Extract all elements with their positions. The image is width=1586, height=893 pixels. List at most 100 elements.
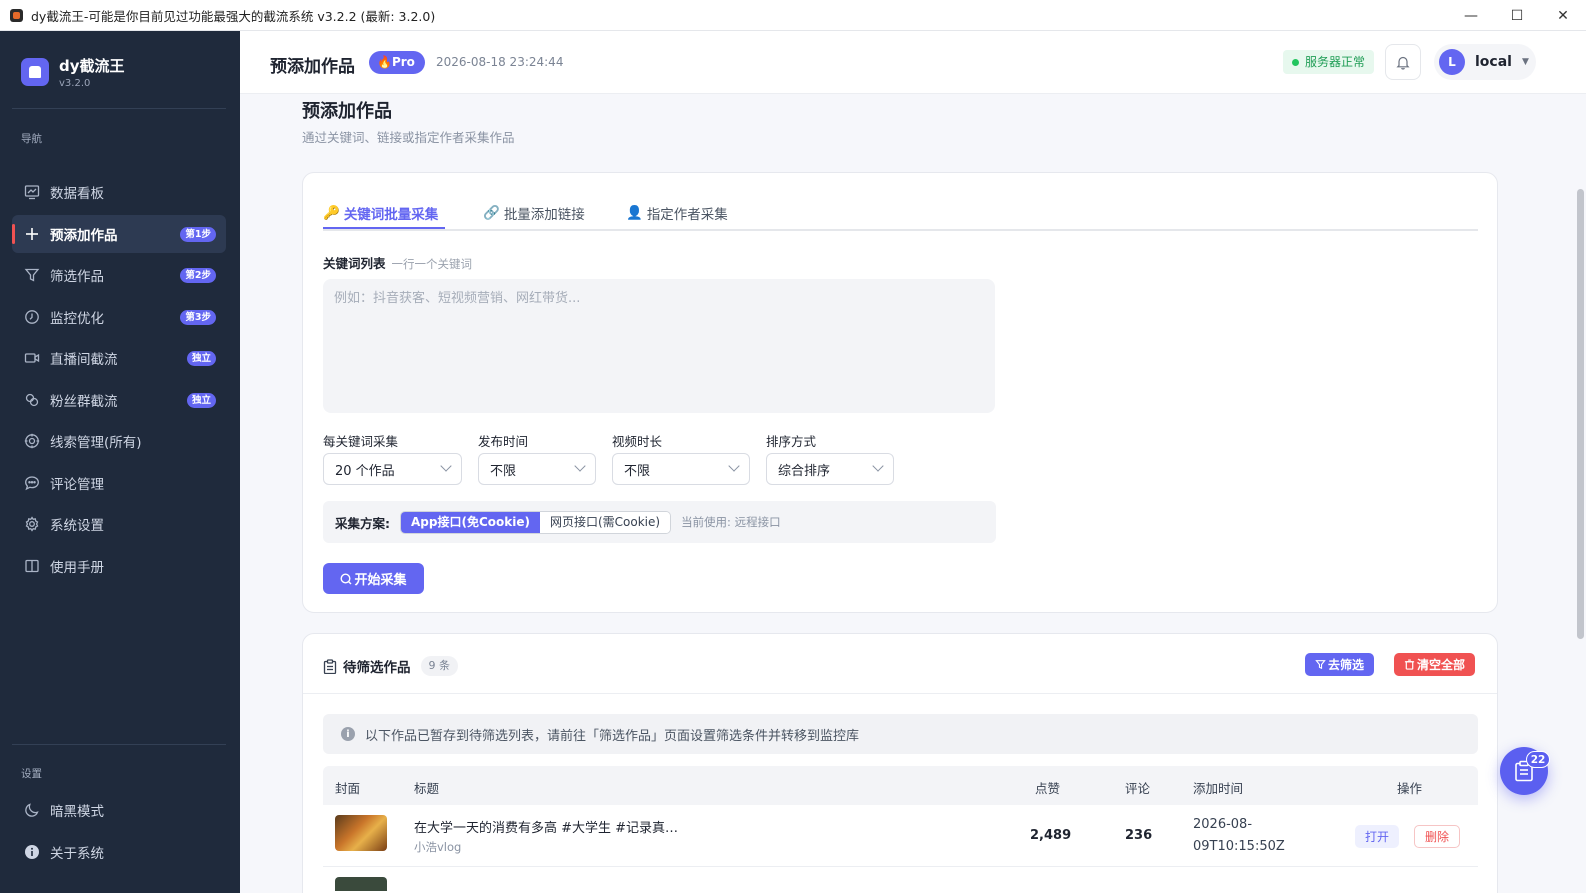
section-subtitle: 通过关键词、链接或指定作者采集作品	[302, 130, 515, 145]
search-icon	[340, 572, 352, 584]
sidebar-item-label: 使用手册	[50, 559, 104, 576]
key-icon: 🔑	[323, 205, 340, 221]
moon-icon	[23, 802, 40, 819]
sidebar-item-leads[interactable]: 线索管理(所有)	[12, 422, 226, 460]
maximize-icon[interactable]: ☐	[1494, 0, 1540, 31]
sidebar-item-fan-group[interactable]: 粉丝群截流 独立	[12, 381, 226, 419]
tab-author-collect[interactable]: 👤 指定作者采集	[626, 203, 728, 223]
sidebar-item-monitor[interactable]: 监控优化 第3步	[12, 298, 226, 336]
fire-icon: 🔥	[377, 55, 392, 69]
collect-tabs: 🔑 关键词批量采集 🔗 批量添加链接 👤 指定作者采集	[323, 199, 1478, 231]
col-cover: 封面	[335, 781, 361, 796]
sidebar-item-label: 粉丝群截流	[50, 393, 118, 410]
gear-icon	[23, 516, 40, 533]
row-title[interactable]: 在大学一天的消费有多高 #大学生 #记录真…	[414, 817, 678, 836]
section-title: 预添加作品	[302, 101, 392, 122]
scrollbar-thumb[interactable]	[1577, 189, 1584, 639]
sidebar-divider	[12, 108, 226, 109]
sidebar-item-manual[interactable]: 使用手册	[12, 547, 226, 585]
step-badge: 第1步	[180, 226, 216, 242]
sort-select[interactable]: 综合排序	[766, 453, 894, 485]
sidebar-bottom-nav: 暗黑模式 关于系统	[12, 791, 226, 874]
fab-count-badge: 22	[1526, 751, 1550, 768]
keyword-textarea[interactable]	[323, 279, 995, 413]
sidebar-item-about[interactable]: 关于系统	[12, 833, 226, 871]
caret-down-icon: ▼	[1521, 57, 1529, 67]
tab-keyword-batch[interactable]: 🔑 关键词批量采集	[323, 203, 438, 223]
sidebar-item-settings[interactable]: 系统设置	[12, 505, 226, 543]
brand: dy截流王 v3.2.0	[21, 55, 125, 89]
sidebar-item-label: 关于系统	[50, 845, 104, 862]
go-filter-button[interactable]: 去筛选	[1305, 653, 1375, 676]
user-icon: 👤	[626, 205, 643, 221]
scheme-label: 采集方案:	[335, 515, 390, 531]
brand-version: v3.2.0	[59, 78, 91, 89]
pending-title: 待筛选作品 9 条	[323, 656, 458, 676]
sidebar-item-label: 监控优化	[50, 310, 104, 327]
scheme-web-option[interactable]: 网页接口(需Cookie)	[539, 511, 671, 533]
page-title: 预添加作品	[270, 57, 355, 77]
plus-icon	[23, 225, 40, 242]
video-cover-thumbnail[interactable]	[335, 815, 387, 851]
avatar: L	[1439, 49, 1465, 75]
sidebar-item-filter[interactable]: 筛选作品 第2步	[12, 256, 226, 294]
monitor-icon	[23, 308, 40, 325]
video-cover-thumbnail[interactable]	[335, 877, 387, 891]
window-titlebar: dy截流王-可能是你目前见过功能最强大的截流系统 v3.2.2 (最新: 3.2…	[0, 0, 1586, 31]
pro-badge: 🔥Pro	[369, 51, 425, 74]
table-header: 封面 标题 点赞 评论 添加时间 操作	[323, 766, 1478, 805]
active-tab-indicator	[323, 227, 445, 229]
delete-button[interactable]: 删除	[1414, 825, 1461, 848]
group-icon	[23, 391, 40, 408]
status-dot-icon	[1292, 58, 1299, 66]
publish-time-label: 发布时间	[478, 434, 529, 449]
collect-card: 🔑关键词批量采集 🔗批量添加链接 👤指定作者采集 关键词列表一行一个关键词 每关…	[302, 172, 1498, 613]
open-button[interactable]: 打开	[1355, 825, 1400, 848]
info-icon	[23, 843, 40, 860]
scheme-current: 当前使用: 远程接口	[681, 515, 781, 529]
sidebar-nav: 数据看板 预添加作品 第1步 筛选作品 第2步 监控优化 第3步 直播间截流 独…	[12, 173, 226, 588]
user-name: local	[1475, 54, 1512, 70]
publish-time-select[interactable]: 不限	[478, 453, 596, 485]
book-icon	[23, 557, 40, 574]
sidebar-item-comments[interactable]: 评论管理	[12, 464, 226, 502]
per-keyword-label: 每关键词采集	[323, 434, 399, 449]
app-icon	[10, 8, 23, 22]
sidebar-item-label: 数据看板	[50, 186, 104, 202]
start-collect-button[interactable]: 开始采集	[323, 563, 424, 594]
filter-icon	[1315, 660, 1326, 670]
sidebar-item-dashboard[interactable]: 数据看板	[12, 173, 226, 211]
step-badge: 第3步	[180, 309, 216, 325]
user-menu[interactable]: L local ▼	[1434, 44, 1536, 80]
video-duration-select[interactable]: 不限	[612, 453, 750, 485]
sidebar-item-dark-mode[interactable]: 暗黑模式	[12, 791, 226, 829]
sidebar-divider	[12, 744, 226, 745]
link-icon: 🔗	[483, 205, 500, 221]
tab-batch-links[interactable]: 🔗 批量添加链接	[483, 203, 585, 223]
video-duration-label: 视频时长	[612, 434, 663, 449]
minimize-icon[interactable]: —	[1448, 0, 1494, 31]
sidebar-item-live[interactable]: 直播间截流 独立	[12, 339, 226, 377]
top-header: 预添加作品 🔥Pro 2026-08-18 23:24:44 服务器正常 L l…	[240, 31, 1586, 94]
server-status-badge: 服务器正常	[1283, 50, 1375, 74]
filter-icon	[23, 267, 40, 284]
clear-all-button[interactable]: 清空全部	[1394, 653, 1476, 676]
step-badge: 第2步	[180, 268, 216, 283]
scheme-app-option[interactable]: App接口(免Cookie)	[401, 511, 540, 533]
chevron-down-icon	[728, 460, 740, 472]
close-icon[interactable]: ✕	[1540, 0, 1586, 31]
header-timestamp: 2026-08-18 23:24:44	[436, 55, 564, 69]
col-actions: 操作	[1397, 781, 1423, 796]
video-icon	[23, 350, 40, 367]
col-title: 标题	[414, 781, 440, 796]
sidebar: dy截流王 v3.2.0 导航 数据看板 预添加作品 第1步 筛选作品 第2步 …	[0, 31, 240, 893]
main-content: 预添加作品 通过关键词、链接或指定作者采集作品 🔑 关键词批量采集 🔗 批量添加链接…	[240, 94, 1586, 893]
chevron-down-icon	[574, 460, 586, 472]
bell-icon	[1396, 56, 1410, 70]
trash-icon	[1404, 659, 1415, 670]
sidebar-item-label: 直播间截流	[50, 352, 118, 368]
notification-button[interactable]	[1385, 44, 1421, 80]
per-keyword-select[interactable]: 20 个作品	[323, 453, 462, 485]
row-author: 小浩vlog	[414, 840, 462, 854]
sidebar-item-pre-add[interactable]: 预添加作品 第1步	[12, 214, 226, 253]
